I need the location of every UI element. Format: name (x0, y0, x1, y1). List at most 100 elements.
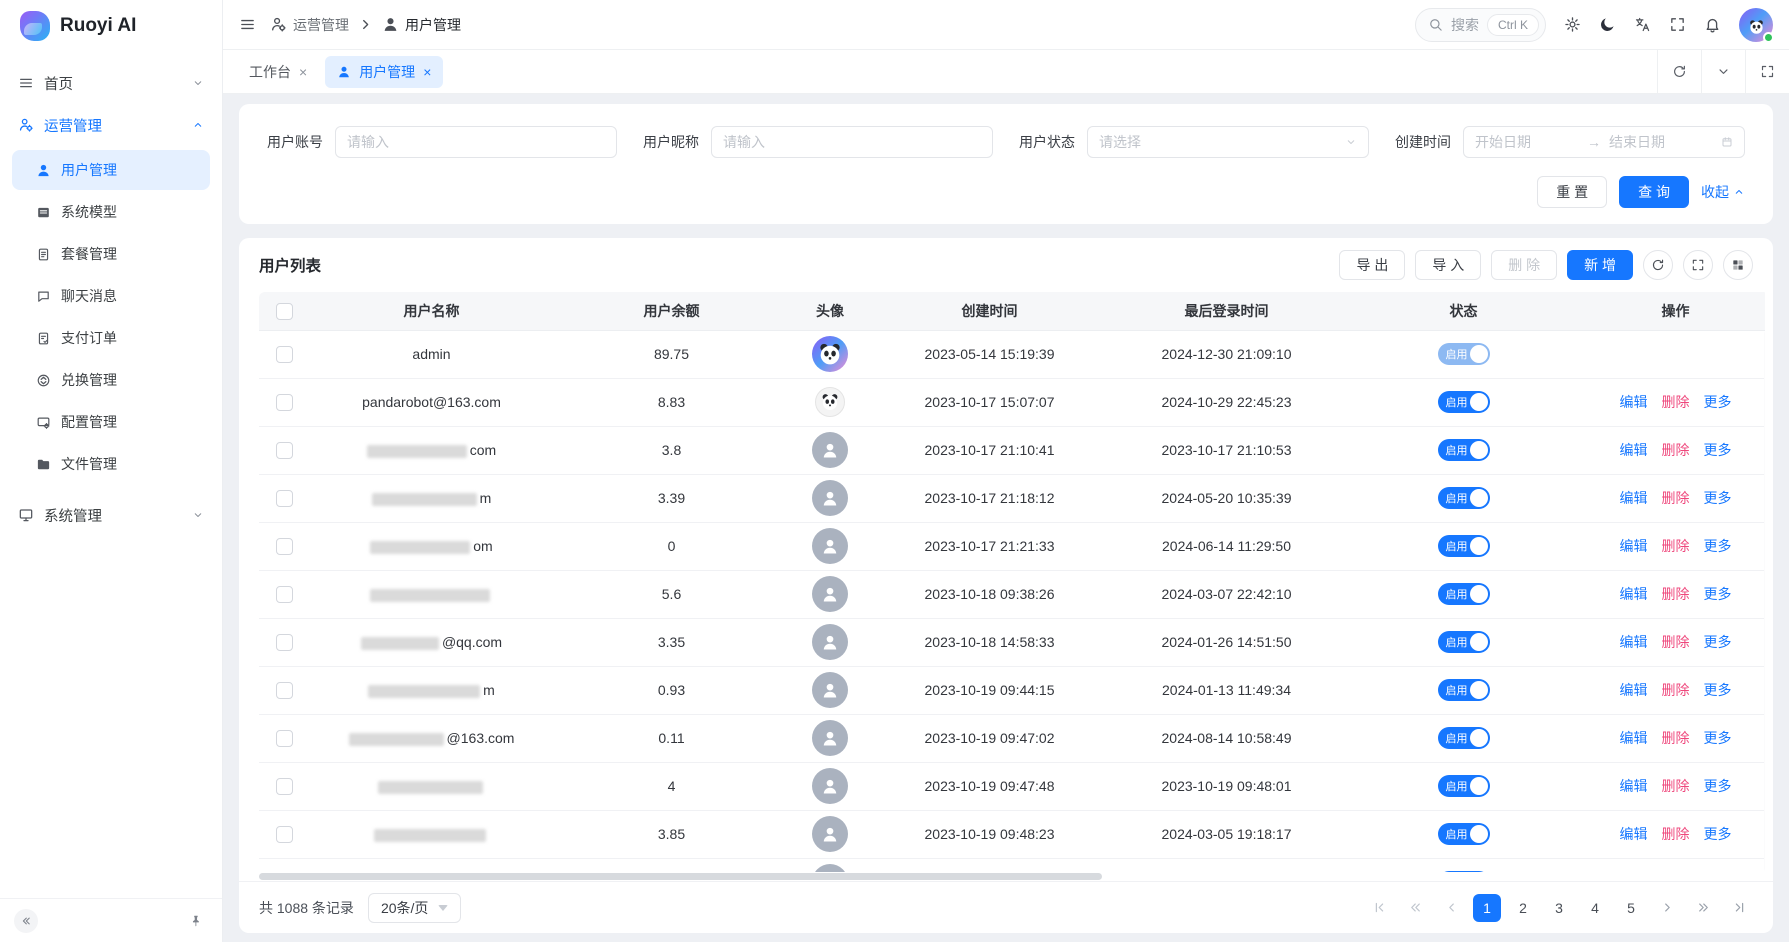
breadcrumb-item-users[interactable]: 用户管理 (382, 15, 461, 35)
refresh-table-button[interactable] (1643, 250, 1673, 280)
settings-icon[interactable] (1564, 16, 1581, 33)
tab-workbench[interactable]: 工作台 × (237, 56, 319, 88)
sidebar-item-home[interactable]: 首页 (0, 62, 222, 104)
page-size-select[interactable]: 20条/页 (368, 893, 461, 923)
tab-user-management[interactable]: 用户管理 × (325, 56, 443, 88)
edit-link[interactable]: 编辑 (1620, 730, 1648, 746)
user-nickname-input[interactable] (723, 134, 981, 150)
edit-link[interactable]: 编辑 (1620, 634, 1648, 650)
status-toggle[interactable]: 启用 (1438, 439, 1490, 461)
row-checkbox[interactable] (276, 586, 293, 603)
edit-link[interactable]: 编辑 (1620, 586, 1648, 602)
more-link[interactable]: 更多 (1704, 490, 1732, 506)
edit-link[interactable]: 编辑 (1620, 442, 1648, 458)
last-page-button[interactable] (1725, 894, 1753, 922)
delete-link[interactable]: 删除 (1662, 538, 1690, 554)
edit-link[interactable]: 编辑 (1620, 826, 1648, 842)
edit-link[interactable]: 编辑 (1620, 490, 1648, 506)
sidebar-item-files[interactable]: 文件管理 (12, 444, 210, 484)
row-checkbox[interactable] (276, 346, 293, 363)
status-toggle[interactable]: 启用 (1438, 487, 1490, 509)
column-settings-button[interactable] (1723, 250, 1753, 280)
delete-link[interactable]: 删除 (1662, 826, 1690, 842)
import-button[interactable]: 导 入 (1415, 250, 1481, 280)
row-checkbox[interactable] (276, 778, 293, 795)
status-toggle[interactable]: 启用 (1438, 391, 1490, 413)
global-search[interactable]: 搜索 Ctrl K (1415, 8, 1546, 42)
delete-link[interactable]: 删除 (1662, 442, 1690, 458)
horizontal-scrollbar[interactable] (259, 872, 1765, 881)
more-link[interactable]: 更多 (1704, 634, 1732, 650)
delete-link[interactable]: 删除 (1662, 634, 1690, 650)
tab-refresh-button[interactable] (1657, 50, 1701, 93)
row-checkbox[interactable] (276, 394, 293, 411)
row-checkbox[interactable] (276, 442, 293, 459)
edit-link[interactable]: 编辑 (1620, 778, 1648, 794)
scrollbar-thumb[interactable] (259, 873, 1102, 880)
breadcrumb-item-operations[interactable]: 运营管理 (270, 15, 349, 35)
status-toggle[interactable]: 启用 (1438, 343, 1490, 365)
more-link[interactable]: 更多 (1704, 682, 1732, 698)
sidebar-toggle-icon[interactable] (239, 16, 256, 33)
close-icon[interactable]: × (299, 65, 307, 79)
reset-button[interactable]: 重 置 (1537, 176, 1607, 208)
edit-link[interactable]: 编辑 (1620, 682, 1648, 698)
row-checkbox[interactable] (276, 730, 293, 747)
sidebar-collapse-button[interactable] (14, 909, 38, 933)
edit-link[interactable]: 编辑 (1620, 394, 1648, 410)
add-button[interactable]: 新 增 (1567, 250, 1633, 280)
delete-link[interactable]: 删除 (1662, 490, 1690, 506)
export-button[interactable]: 导 出 (1339, 250, 1405, 280)
next-page-button[interactable] (1653, 894, 1681, 922)
sidebar-item-system[interactable]: 系统管理 (0, 494, 222, 536)
user-account-input[interactable] (347, 134, 605, 150)
user-avatar[interactable] (1739, 8, 1773, 42)
translate-icon[interactable] (1634, 16, 1651, 33)
sidebar-item-chat[interactable]: 聊天消息 (12, 276, 210, 316)
page-button-3[interactable]: 3 (1545, 894, 1573, 922)
close-icon[interactable]: × (423, 65, 431, 79)
more-link[interactable]: 更多 (1704, 826, 1732, 842)
sidebar-pin-button[interactable] (184, 909, 208, 933)
date-range-picker[interactable]: 开始日期 → 结束日期 (1463, 126, 1745, 158)
status-toggle[interactable]: 启用 (1438, 583, 1490, 605)
status-toggle[interactable]: 启用 (1438, 823, 1490, 845)
sidebar-item-operations[interactable]: 运营管理 (0, 104, 222, 146)
more-link[interactable]: 更多 (1704, 394, 1732, 410)
search-button[interactable]: 查 询 (1619, 176, 1689, 208)
user-status-select[interactable]: 请选择 (1087, 126, 1369, 158)
status-toggle[interactable]: 启用 (1438, 679, 1490, 701)
sidebar-item-exchange[interactable]: 兑换管理 (12, 360, 210, 400)
page-button-1[interactable]: 1 (1473, 894, 1501, 922)
more-link[interactable]: 更多 (1704, 730, 1732, 746)
tab-fullscreen-button[interactable] (1745, 50, 1789, 93)
collapse-filter-link[interactable]: 收起 (1701, 182, 1745, 202)
previous-page-button[interactable] (1437, 894, 1465, 922)
status-toggle[interactable]: 启用 (1438, 727, 1490, 749)
delete-button[interactable]: 删 除 (1491, 250, 1557, 280)
status-toggle[interactable]: 启用 (1438, 775, 1490, 797)
row-checkbox[interactable] (276, 682, 293, 699)
jump-back-button[interactable] (1401, 894, 1429, 922)
fullscreen-icon[interactable] (1669, 16, 1686, 33)
delete-link[interactable]: 删除 (1662, 586, 1690, 602)
edit-link[interactable]: 编辑 (1620, 538, 1648, 554)
maximize-table-button[interactable] (1683, 250, 1713, 280)
notifications-bell-icon[interactable] (1704, 16, 1721, 33)
sidebar-item-plans[interactable]: 套餐管理 (12, 234, 210, 274)
delete-link[interactable]: 删除 (1662, 730, 1690, 746)
status-toggle[interactable]: 启用 (1438, 631, 1490, 653)
row-checkbox[interactable] (276, 634, 293, 651)
more-link[interactable]: 更多 (1704, 586, 1732, 602)
more-link[interactable]: 更多 (1704, 778, 1732, 794)
page-button-2[interactable]: 2 (1509, 894, 1537, 922)
more-link[interactable]: 更多 (1704, 538, 1732, 554)
sidebar-item-users[interactable]: 用户管理 (12, 150, 210, 190)
sidebar-item-config[interactable]: 配置管理 (12, 402, 210, 442)
select-all-checkbox[interactable] (276, 303, 293, 320)
dark-mode-moon-icon[interactable] (1599, 16, 1616, 33)
more-link[interactable]: 更多 (1704, 442, 1732, 458)
row-checkbox[interactable] (276, 538, 293, 555)
delete-link[interactable]: 删除 (1662, 682, 1690, 698)
row-checkbox[interactable] (276, 826, 293, 843)
